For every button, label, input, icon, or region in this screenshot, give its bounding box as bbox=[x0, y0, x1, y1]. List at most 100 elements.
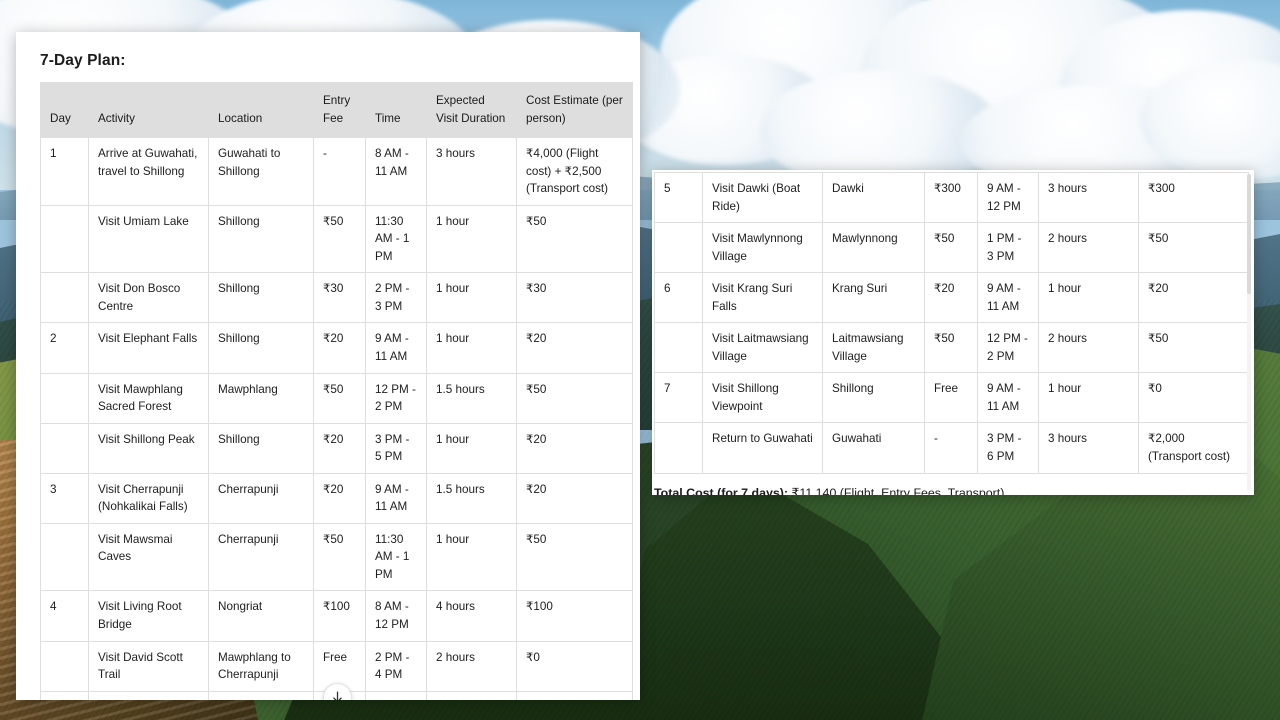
table-row: 7 Visit Shillong Viewpoint Shillong Free 9 A… bbox=[654, 372, 1249, 424]
cell-day bbox=[40, 372, 89, 424]
column-header-cost: Cost Estimate (per person) bbox=[516, 81, 633, 139]
table-row: Visit Mawlynnong Village Mawlynnong ₹50 1 P… bbox=[654, 222, 1249, 274]
cell-time: 2 PM - 3 PM bbox=[365, 272, 427, 324]
cell-time: 1 PM - 3 PM bbox=[977, 222, 1039, 274]
cell-day: 5 bbox=[654, 171, 703, 224]
cell-location: Shillong bbox=[208, 322, 314, 374]
cell-cost: ₹300 bbox=[1138, 171, 1249, 224]
cell-day bbox=[40, 640, 89, 692]
cell-day bbox=[40, 272, 89, 324]
cell-day: 5 bbox=[40, 690, 89, 700]
column-header-entry-fee: Entry Fee bbox=[313, 81, 366, 139]
cell-activity: Visit Dawki (Boat Ride) bbox=[702, 171, 823, 224]
cell-activity: Visit Mawphlang Sacred Forest bbox=[88, 372, 209, 424]
cell-day bbox=[654, 222, 703, 274]
cell-entry-fee: ₹300 bbox=[924, 171, 978, 224]
itinerary-document-panel[interactable]: 7-Day Plan: Day Activity Location Entry … bbox=[16, 32, 640, 700]
cell-duration: 1 hour bbox=[426, 322, 517, 374]
cell-entry-fee: ₹20 bbox=[924, 272, 978, 324]
cell-location: Guwahati to Shillong bbox=[208, 137, 314, 206]
cell-entry-fee: ₹100 bbox=[313, 590, 366, 642]
cell-time: 9 AM - 11 AM bbox=[977, 272, 1039, 324]
itinerary-continuation-panel[interactable]: 5 Visit Dawki (Boat Ride) Dawki ₹300 9 AM - … bbox=[652, 170, 1254, 495]
cell-cost: ₹50 bbox=[516, 372, 633, 424]
cell-activity: Visit Krang Suri Falls bbox=[702, 272, 823, 324]
table-row: Visit Don Bosco Centre Shillong ₹30 2 PM - … bbox=[40, 272, 633, 324]
column-header-activity: Activity bbox=[88, 81, 209, 139]
total-cost-label: Total Cost (for 7 days): bbox=[654, 485, 789, 495]
cell-activity: Visit Mawsmai Caves bbox=[88, 522, 209, 592]
cell-duration: 3 hours bbox=[1038, 171, 1139, 224]
table-row: Visit Shillong Peak Shillong ₹20 3 PM - 5 P… bbox=[40, 422, 633, 474]
cell-location: Laitmawsiang Village bbox=[822, 322, 925, 374]
cell-cost: ₹20 bbox=[516, 422, 633, 474]
cell-activity: Arrive at Guwahati, travel to Shillong bbox=[88, 137, 209, 206]
cell-duration: 2 hours bbox=[1038, 222, 1139, 274]
cell-location: Dawki bbox=[208, 690, 314, 700]
cell-day: 2 bbox=[40, 322, 89, 374]
cell-entry-fee: - bbox=[313, 137, 366, 206]
panel-scrollbar[interactable] bbox=[1247, 174, 1251, 491]
total-cost-value: ₹11,140 (Flight, Entry Fees, Transport) bbox=[791, 485, 1005, 495]
table-row: Visit Umiam Lake Shillong ₹50 11:30 AM - 1 … bbox=[40, 204, 633, 274]
cell-cost: ₹20 bbox=[516, 472, 633, 524]
cell-entry-fee: ₹50 bbox=[924, 322, 978, 374]
cell-entry-fee: ₹20 bbox=[313, 472, 366, 524]
cell-duration: 1 hour bbox=[1038, 272, 1139, 324]
cell-duration: 1 hour bbox=[426, 422, 517, 474]
table-row: 6 Visit Krang Suri Falls Krang Suri ₹20 9 AM… bbox=[654, 272, 1249, 324]
left-panel-content: 7-Day Plan: Day Activity Location Entry … bbox=[16, 32, 640, 700]
cell-entry-fee: ₹50 bbox=[313, 522, 366, 592]
cell-cost: ₹4,000 (Flight cost) + ₹2,500 (Transport… bbox=[516, 137, 633, 206]
cell-cost: ₹2,000 (Transport cost) bbox=[1138, 422, 1249, 474]
table-row: Return to Guwahati Guwahati -3 PM - 6 PM 3 … bbox=[654, 422, 1249, 474]
cell-time: 12 PM - 2 PM bbox=[365, 372, 427, 424]
table-body: 1 Arrive at Guwahati, travel to Shillong G… bbox=[40, 137, 633, 700]
column-header-location: Location bbox=[208, 81, 314, 139]
cell-location: Cherrapunji bbox=[208, 522, 314, 592]
cell-cost: ₹50 bbox=[1138, 222, 1249, 274]
cell-duration: 1 hour bbox=[426, 204, 517, 274]
cell-cost: ₹300 bbox=[516, 690, 633, 700]
cell-duration: 2 hours bbox=[426, 640, 517, 692]
cell-activity: Visit Shillong Viewpoint bbox=[702, 372, 823, 424]
cell-activity: Visit Don Bosco Centre bbox=[88, 272, 209, 324]
cell-activity: Return to Guwahati bbox=[702, 422, 823, 474]
cell-activity: Visit Laitmawsiang Village bbox=[702, 322, 823, 374]
cell-day bbox=[654, 422, 703, 474]
cell-cost: ₹0 bbox=[516, 640, 633, 692]
cell-location: Dawki bbox=[822, 171, 925, 224]
cell-duration: 1 hour bbox=[1038, 372, 1139, 424]
cell-location: Shillong bbox=[208, 204, 314, 274]
table-row: 4 Visit Living Root Bridge Nongriat ₹100 8 A… bbox=[40, 590, 633, 642]
cell-day bbox=[40, 204, 89, 274]
cell-cost: ₹20 bbox=[1138, 272, 1249, 324]
cell-time: 3 PM - 6 PM bbox=[977, 422, 1039, 474]
cell-location: Mawphlang to Cherrapunji bbox=[208, 640, 314, 692]
table-row: Visit Mawsmai Caves Cherrapunji ₹50 11:30 A… bbox=[40, 522, 633, 592]
cell-entry-fee: - bbox=[924, 422, 978, 474]
cell-activity: Visit Elephant Falls bbox=[88, 322, 209, 374]
cell-location: Nongriat bbox=[208, 590, 314, 642]
cell-activity: Visit David Scott Trail bbox=[88, 640, 209, 692]
cell-day: 3 bbox=[40, 472, 89, 524]
panel-scrollbar-thumb[interactable] bbox=[1247, 174, 1251, 294]
cell-duration: 2 hours bbox=[1038, 322, 1139, 374]
cell-location: Shillong bbox=[822, 372, 925, 424]
table-row: Visit Mawphlang Sacred Forest Mawphlang ₹5… bbox=[40, 372, 633, 424]
cell-duration: 4 hours bbox=[426, 590, 517, 642]
cell-day bbox=[654, 322, 703, 374]
cell-location: Mawphlang bbox=[208, 372, 314, 424]
table-row: 5 Visit Dawki (Boat Ride) Dawki ₹300 9 AM - … bbox=[654, 171, 1249, 224]
cell-cost: ₹30 bbox=[516, 272, 633, 324]
cell-cost: ₹50 bbox=[1138, 322, 1249, 374]
table-body: 5 Visit Dawki (Boat Ride) Dawki ₹300 9 AM - … bbox=[654, 171, 1249, 474]
cell-day bbox=[40, 522, 89, 592]
cell-activity: Visit Living Root Bridge bbox=[88, 590, 209, 642]
table-header-row: Day Activity Location Entry Fee Time Exp… bbox=[40, 81, 633, 139]
cell-activity: Visit Dawki (Boat bbox=[88, 690, 209, 700]
cell-activity: Visit Cherrapunji (Nohkalikai Falls) bbox=[88, 472, 209, 524]
cell-time: 9 AM - 12 PM bbox=[977, 171, 1039, 224]
cell-day: 7 bbox=[654, 372, 703, 424]
cell-time: 11:30 AM - 1 PM bbox=[365, 522, 427, 592]
